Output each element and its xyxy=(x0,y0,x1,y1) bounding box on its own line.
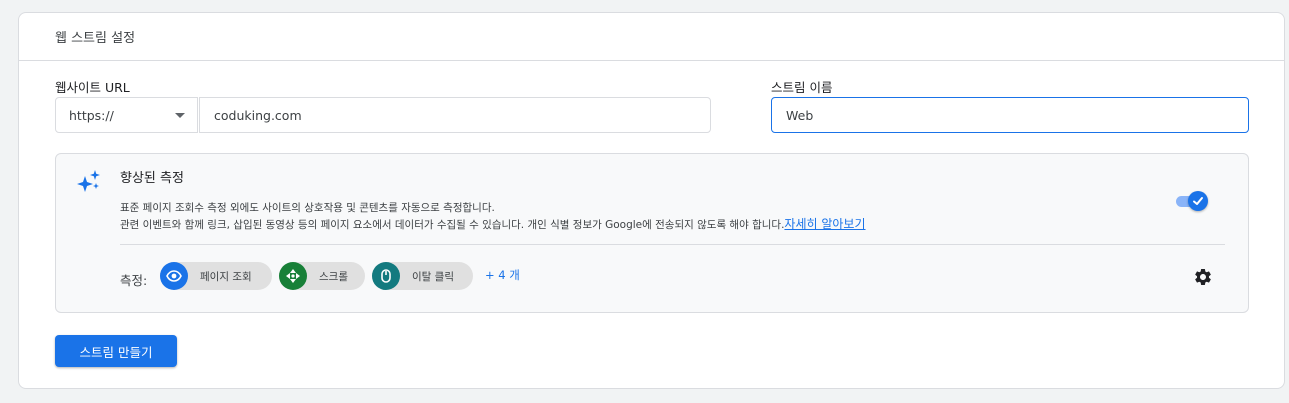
gear-icon[interactable] xyxy=(1193,267,1213,287)
check-icon xyxy=(1193,197,1203,205)
enhanced-measurement-description: 표준 페이지 조회수 측정 외에도 사이트의 상호작용 및 콘텐츠를 자동으로 … xyxy=(120,200,866,233)
card-title: 웹 스트림 설정 xyxy=(55,31,136,46)
protocol-select[interactable]: https:// xyxy=(55,97,198,133)
protocol-value: https:// xyxy=(69,107,114,123)
chip-scroll: 스크롤 xyxy=(279,262,365,290)
scroll-icon xyxy=(279,262,307,290)
divider xyxy=(120,244,1225,245)
create-stream-button[interactable]: 스트림 만들기 xyxy=(55,335,177,367)
web-stream-setup-card: 웹 스트림 설정 웹사이트 URL https:// coduking.com … xyxy=(18,12,1285,389)
chip-label: 페이지 조회 xyxy=(200,270,252,283)
stream-name-value: Web xyxy=(786,107,814,123)
chevron-down-icon xyxy=(175,113,185,118)
mouse-icon xyxy=(372,262,400,290)
stream-name-input[interactable]: Web xyxy=(771,97,1249,133)
website-url-input[interactable]: coduking.com xyxy=(199,97,711,133)
stream-name-label: 스트림 이름 xyxy=(771,80,833,95)
sparkle-icon xyxy=(77,170,100,192)
chip-outbound-click: 이탈 클릭 xyxy=(372,262,473,290)
description-line-2-text: 관련 이벤트와 함께 링크, 삽입된 동영상 등의 페이지 요소에서 데이터가 … xyxy=(120,219,785,231)
enhanced-measurement-panel: 향상된 측정 표준 페이지 조회수 측정 외에도 사이트의 상호작용 및 콘텐츠… xyxy=(55,153,1249,313)
website-url-value: coduking.com xyxy=(214,107,302,123)
chip-label: 스크롤 xyxy=(319,270,348,283)
learn-more-link[interactable]: 자세히 알아보기 xyxy=(784,217,865,231)
eye-icon xyxy=(160,262,188,290)
description-line-2: 관련 이벤트와 함께 링크, 삽입된 동영상 등의 페이지 요소에서 데이터가 … xyxy=(120,216,866,233)
chip-page-view: 페이지 조회 xyxy=(160,262,272,290)
chip-label: 이탈 클릭 xyxy=(412,270,454,283)
measure-label: 측정: xyxy=(120,273,148,288)
description-line-1: 표준 페이지 조회수 측정 외에도 사이트의 상호작용 및 콘텐츠를 자동으로 … xyxy=(120,202,495,214)
card-header: 웹 스트림 설정 xyxy=(19,13,1284,61)
toggle-knob xyxy=(1188,191,1208,211)
enhanced-measurement-title: 향상된 측정 xyxy=(120,171,184,186)
enhanced-measurement-toggle[interactable] xyxy=(1174,191,1210,211)
website-url-label: 웹사이트 URL xyxy=(55,80,130,95)
more-measurements-link[interactable]: + 4 개 xyxy=(485,267,520,283)
